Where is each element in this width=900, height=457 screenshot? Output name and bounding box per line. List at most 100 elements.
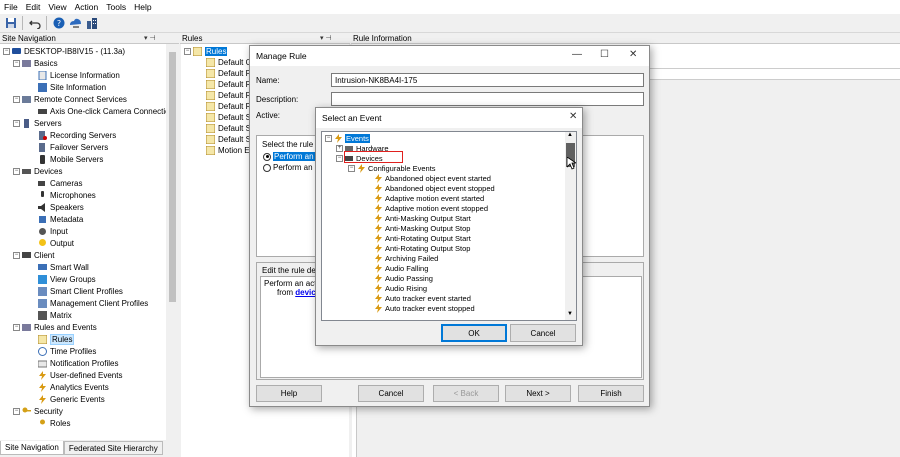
collapse-icon[interactable]: − <box>336 154 343 162</box>
event-item[interactable]: Audio Falling <box>374 263 428 273</box>
event-item[interactable]: Abandoned object event stopped <box>374 183 495 193</box>
event-item[interactable]: Audio Rising <box>374 283 427 293</box>
nav-rules[interactable]: Rules <box>38 333 75 345</box>
scroll-down-icon[interactable]: ▼ <box>567 311 573 317</box>
help-button[interactable]: ? <box>51 16 66 31</box>
collapse-icon[interactable]: − <box>325 134 332 142</box>
back-button[interactable]: < Back <box>433 385 499 402</box>
nav-rules-and-events[interactable]: − Rules and Events <box>13 321 97 333</box>
event-item[interactable]: Abandoned object event started <box>374 173 491 183</box>
rule-type-option-2[interactable]: Perform an a <box>263 163 319 172</box>
cloud-arrow-icon <box>70 18 81 28</box>
event-item[interactable]: Anti-Rotating Output Stop <box>374 243 470 253</box>
collapse-icon[interactable]: − <box>3 47 10 55</box>
finish-button[interactable]: Finish <box>578 385 644 402</box>
nav-failover-servers[interactable]: Failover Servers <box>38 141 108 153</box>
rules-icon <box>38 334 47 344</box>
nav-scrollbar[interactable] <box>166 44 179 440</box>
collapse-icon[interactable]: − <box>13 407 20 415</box>
maximize-icon[interactable]: ☐ <box>600 49 609 60</box>
connect-button[interactable] <box>68 16 83 31</box>
event-item[interactable]: Anti-Rotating Output Start <box>374 233 471 243</box>
nav-servers[interactable]: − Servers <box>13 117 62 129</box>
collapse-icon[interactable]: − <box>13 59 20 67</box>
menu-file[interactable]: File <box>0 2 22 12</box>
nav-axis-one-click[interactable]: Axis One-click Camera Connectio <box>38 105 166 117</box>
cancel-button[interactable]: Cancel <box>358 385 424 402</box>
ok-button[interactable]: OK <box>441 324 507 342</box>
nav-site-information[interactable]: Site Information <box>38 81 106 93</box>
expand-icon[interactable]: + <box>336 144 343 152</box>
tab-site-navigation[interactable]: Site Navigation <box>0 441 64 455</box>
collapse-icon[interactable]: − <box>13 119 20 127</box>
nav-security[interactable]: − Security <box>13 405 63 417</box>
nav-metadata[interactable]: Metadata <box>38 213 83 225</box>
help-button[interactable]: Help <box>256 385 322 402</box>
nav-management-client-profiles[interactable]: Management Client Profiles <box>38 297 148 309</box>
description-input[interactable] <box>331 92 644 106</box>
collapse-icon[interactable]: − <box>348 164 355 172</box>
collapse-icon[interactable]: − <box>184 47 191 55</box>
nav-time-profiles[interactable]: Time Profiles <box>38 345 96 357</box>
close-icon[interactable]: ✕ <box>629 49 637 60</box>
undo-button[interactable] <box>27 16 42 31</box>
nav-client[interactable]: − Client <box>13 249 54 261</box>
nav-speakers[interactable]: Speakers <box>38 201 84 213</box>
event-item[interactable]: Adaptive motion event stopped <box>374 203 488 213</box>
collapse-icon[interactable]: − <box>13 95 20 103</box>
event-item[interactable]: Archiving Failed <box>374 253 438 263</box>
rule-name-input[interactable]: Intrusion-NK8BA4I-175 <box>331 73 644 87</box>
menu-edit[interactable]: Edit <box>22 2 45 12</box>
nav-notification-profiles[interactable]: Notification Profiles <box>38 357 118 369</box>
tab-federated-site-hierarchy[interactable]: Federated Site Hierarchy <box>63 441 163 455</box>
event-root[interactable]: − Events <box>325 133 370 143</box>
rule-item[interactable]: Motion El <box>206 144 251 156</box>
event-item[interactable]: Auto tracker event stopped <box>374 303 475 313</box>
rule-type-option-1[interactable]: Perform an a <box>263 152 322 161</box>
nav-generic-events[interactable]: Generic Events <box>38 393 105 405</box>
nav-license-information[interactable]: License Information <box>38 69 120 81</box>
nav-view-groups[interactable]: View Groups <box>38 273 96 285</box>
menu-view[interactable]: View <box>44 2 70 12</box>
cancel-event-button[interactable]: Cancel <box>510 324 576 342</box>
scrollbar-thumb[interactable] <box>169 52 176 302</box>
sites-button[interactable] <box>85 16 100 31</box>
nav-smart-wall[interactable]: Smart Wall <box>38 261 89 273</box>
scroll-up-icon[interactable]: ▲ <box>567 132 573 138</box>
nav-output[interactable]: Output <box>38 237 74 249</box>
event-item[interactable]: Anti-Masking Output Stop <box>374 223 470 233</box>
pin-icon[interactable]: ▾ ⊣ <box>144 33 156 43</box>
nav-microphones[interactable]: Microphones <box>38 189 96 201</box>
tree-root[interactable]: − DESKTOP-IB8IV15 - (11.3a) <box>3 45 125 57</box>
nav-devices[interactable]: − Devices <box>13 165 62 177</box>
event-item[interactable]: Anti-Masking Output Start <box>374 213 471 223</box>
nav-recording-servers[interactable]: Recording Servers <box>38 129 116 141</box>
nav-cameras[interactable]: Cameras <box>38 177 82 189</box>
collapse-icon[interactable]: − <box>13 167 20 175</box>
nav-smart-client-profiles[interactable]: Smart Client Profiles <box>38 285 123 297</box>
radio-unselected[interactable] <box>263 163 271 172</box>
nav-matrix[interactable]: Matrix <box>38 309 72 321</box>
nav-roles[interactable]: Roles <box>38 417 70 429</box>
nav-analytics-events[interactable]: Analytics Events <box>38 381 109 393</box>
menu-tools[interactable]: Tools <box>102 2 130 12</box>
collapse-icon[interactable]: − <box>13 323 20 331</box>
nav-mobile-servers[interactable]: Mobile Servers <box>38 153 103 165</box>
close-icon[interactable]: ✕ <box>569 111 577 122</box>
minimize-icon[interactable]: — <box>572 49 582 60</box>
event-item[interactable]: Adaptive motion event started <box>374 193 484 203</box>
menu-help[interactable]: Help <box>130 2 155 12</box>
event-configurable-events[interactable]: − Configurable Events <box>348 163 436 173</box>
nav-remote-connect[interactable]: − Remote Connect Services <box>13 93 127 105</box>
save-button[interactable] <box>3 16 18 31</box>
next-button[interactable]: Next > <box>505 385 571 402</box>
menu-action[interactable]: Action <box>71 2 103 12</box>
nav-user-defined-events[interactable]: User-defined Events <box>38 369 122 381</box>
event-item[interactable]: Audio Passing <box>374 273 433 283</box>
nav-input[interactable]: Input <box>38 225 68 237</box>
event-item[interactable]: Auto tracker event started <box>374 293 471 303</box>
radio-selected[interactable] <box>263 152 271 161</box>
collapse-icon[interactable]: − <box>13 251 20 259</box>
nav-basics[interactable]: − Basics <box>13 57 58 69</box>
pin-icon[interactable]: ▾ ⊣ <box>320 33 332 43</box>
